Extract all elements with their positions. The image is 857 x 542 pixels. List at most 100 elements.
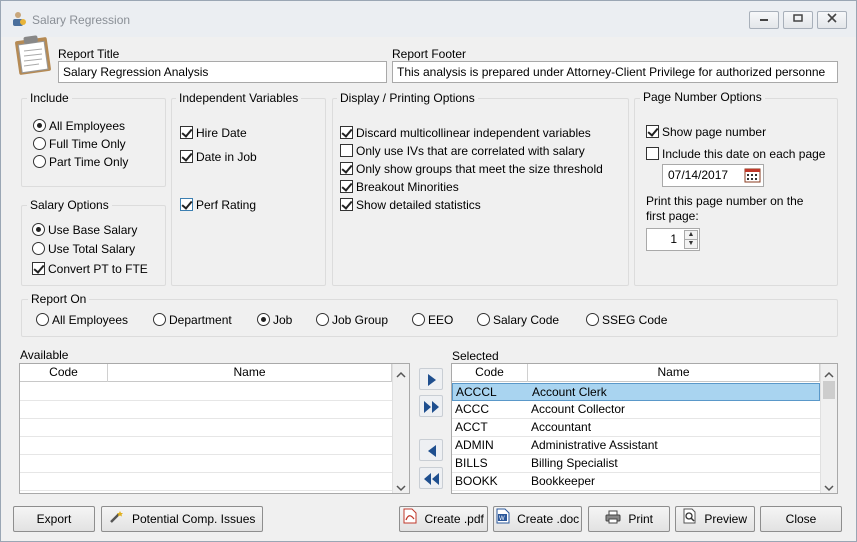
- move-right-button[interactable]: [419, 368, 443, 390]
- report-on-title: Report On: [28, 292, 90, 306]
- detailed-statistics-checkbox[interactable]: [340, 198, 353, 211]
- available-label: Available: [20, 348, 69, 362]
- report-title-label: Report Title: [58, 47, 120, 61]
- create-doc-label: Create .doc: [517, 512, 580, 526]
- include-group-title: Include: [27, 91, 72, 105]
- report-title-input[interactable]: Salary Regression Analysis: [58, 61, 387, 83]
- calendar-icon[interactable]: [744, 167, 762, 184]
- breakout-minorities-checkbox[interactable]: [340, 180, 353, 193]
- available-name-column-header[interactable]: Name: [108, 364, 392, 382]
- row-name: Account Collector: [531, 402, 626, 416]
- table-row[interactable]: ACCT Accountant: [452, 419, 820, 437]
- use-base-salary-radio[interactable]: [32, 223, 45, 236]
- print-button[interactable]: Print: [588, 506, 670, 532]
- move-all-left-button[interactable]: [419, 467, 443, 489]
- row-code: ACCCL: [456, 385, 497, 399]
- perf-rating-label: Perf Rating: [196, 198, 257, 212]
- report-on-department-radio[interactable]: [153, 313, 166, 326]
- maximize-button[interactable]: [783, 11, 813, 29]
- table-row[interactable]: ADMIN Administrative Assistant: [452, 437, 820, 455]
- preview-label: Preview: [704, 512, 748, 526]
- selected-grid[interactable]: Code Name ACCCL Account Clerk ACCC Accou…: [451, 363, 838, 494]
- app-icon: [11, 11, 27, 27]
- include-date-checkbox[interactable]: [646, 147, 659, 160]
- date-in-job-checkbox[interactable]: [180, 150, 193, 163]
- page-number-title: Page Number Options: [640, 90, 765, 104]
- report-on-job-group-radio[interactable]: [316, 313, 329, 326]
- report-on-sseg-code-radio[interactable]: [586, 313, 599, 326]
- hire-date-label: Hire Date: [196, 126, 247, 140]
- selected-name-column-header[interactable]: Name: [528, 364, 820, 382]
- row-name: Accountant: [531, 420, 592, 434]
- size-threshold-checkbox[interactable]: [340, 162, 353, 175]
- close-window-button[interactable]: [817, 11, 847, 29]
- convert-pt-to-fte-checkbox[interactable]: [32, 262, 45, 275]
- pdf-icon: [403, 508, 417, 532]
- spin-down-button[interactable]: ▼: [684, 239, 698, 249]
- report-on-salary-code-radio[interactable]: [477, 313, 490, 326]
- row-code: ACCC: [455, 402, 490, 416]
- report-footer-input[interactable]: This analysis is prepared under Attorney…: [392, 61, 838, 83]
- report-on-job-group-label: Job Group: [332, 313, 389, 327]
- title-bar[interactable]: Salary Regression: [1, 1, 856, 37]
- minimize-icon: [758, 15, 770, 27]
- report-on-all-employees-radio[interactable]: [36, 313, 49, 326]
- only-correlated-ivs-label: Only use IVs that are correlated with sa…: [356, 144, 585, 158]
- close-button[interactable]: Close: [760, 506, 842, 532]
- row-name: Administrative Assistant: [531, 438, 658, 452]
- perf-rating-checkbox[interactable]: [180, 198, 193, 211]
- first-page-label-line1: Print this page number on the: [646, 194, 804, 208]
- export-label: Export: [36, 512, 72, 526]
- display-printing-title: Display / Printing Options: [337, 91, 478, 105]
- detailed-statistics-label: Show detailed statistics: [356, 198, 481, 212]
- selected-scrollbar[interactable]: [820, 364, 837, 493]
- scroll-down-icon[interactable]: [824, 481, 834, 493]
- hire-date-checkbox[interactable]: [180, 126, 193, 139]
- available-empty-row: [20, 401, 392, 419]
- selected-code-column-header[interactable]: Code: [452, 364, 528, 382]
- potential-comp-issues-button[interactable]: Potential Comp. Issues: [101, 506, 263, 532]
- table-row[interactable]: BOOKK Bookkeeper: [452, 473, 820, 491]
- discard-multicollinear-checkbox[interactable]: [340, 126, 353, 139]
- report-on-job-radio[interactable]: [257, 313, 270, 326]
- report-clipboard-icon: [9, 31, 55, 77]
- move-left-button[interactable]: [419, 439, 443, 461]
- available-scrollbar[interactable]: [392, 364, 409, 493]
- include-full-time-radio[interactable]: [33, 137, 46, 150]
- include-all-employees-radio[interactable]: [33, 119, 46, 132]
- move-all-right-button[interactable]: [419, 395, 443, 417]
- available-code-column-header[interactable]: Code: [20, 364, 108, 382]
- available-grid[interactable]: Code Name: [19, 363, 410, 494]
- create-pdf-button[interactable]: Create .pdf: [399, 506, 488, 532]
- independent-variables-group: [171, 98, 326, 286]
- scroll-thumb[interactable]: [823, 381, 835, 399]
- discard-multicollinear-label: Discard multicollinear independent varia…: [356, 126, 591, 140]
- create-doc-button[interactable]: W Create .doc: [493, 506, 582, 532]
- preview-button[interactable]: Preview: [675, 506, 755, 532]
- show-page-number-checkbox[interactable]: [646, 125, 659, 138]
- export-button[interactable]: Export: [13, 506, 95, 532]
- use-total-salary-radio[interactable]: [32, 242, 45, 255]
- available-empty-row: [20, 473, 392, 491]
- table-row[interactable]: BILLS Billing Specialist: [452, 455, 820, 473]
- wand-icon: [109, 508, 125, 532]
- row-name: Billing Specialist: [531, 456, 618, 470]
- available-grid-header: Code Name: [20, 364, 392, 382]
- page-date-value: 07/14/2017: [668, 168, 729, 182]
- only-correlated-ivs-checkbox[interactable]: [340, 144, 353, 157]
- scroll-down-icon[interactable]: [396, 481, 406, 493]
- report-on-eeo-radio[interactable]: [412, 313, 425, 326]
- minimize-button[interactable]: [749, 11, 779, 29]
- first-page-number-value: 1: [670, 232, 677, 246]
- scroll-up-icon[interactable]: [396, 368, 406, 382]
- report-on-sseg-code-label: SSEG Code: [602, 313, 668, 327]
- scroll-up-icon[interactable]: [824, 368, 834, 382]
- include-part-time-radio[interactable]: [33, 155, 46, 168]
- table-row[interactable]: ACCC Account Collector: [452, 401, 820, 419]
- maximize-icon: [792, 14, 804, 27]
- include-date-label: Include this date on each page: [662, 147, 826, 161]
- include-full-time-label: Full Time Only: [49, 137, 126, 151]
- table-row[interactable]: ACCCL Account Clerk: [452, 383, 820, 401]
- first-page-label-line2: first page:: [646, 209, 699, 223]
- selected-label: Selected: [452, 349, 499, 363]
